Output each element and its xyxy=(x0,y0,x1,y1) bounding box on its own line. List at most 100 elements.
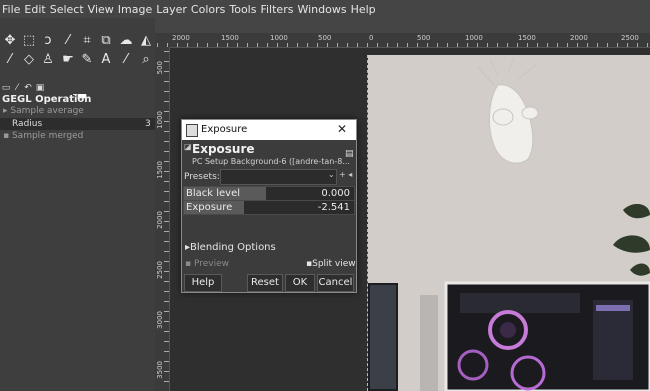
preview-checkbox[interactable]: ▪ Preview xyxy=(185,259,229,269)
black-level-label: Black level xyxy=(186,188,241,199)
ruler-tick xyxy=(357,43,358,47)
ruler-tick xyxy=(164,261,169,262)
paintbrush-icon[interactable]: ⁄ xyxy=(2,52,18,68)
exposure-label: Exposure xyxy=(186,202,233,213)
ruler-tick xyxy=(164,251,169,252)
preview-label: Preview xyxy=(193,259,230,269)
menu-image[interactable]: Image xyxy=(116,3,154,16)
ruler-tick xyxy=(164,281,169,282)
exposure-value[interactable]: -2.541 xyxy=(318,201,350,214)
ruler-tick xyxy=(367,43,368,47)
ruler-tick xyxy=(207,43,208,47)
ruler-tick xyxy=(164,171,169,172)
rect-select-icon[interactable]: ⬚ xyxy=(21,33,37,49)
black-level-slider[interactable]: Black level 0.000 xyxy=(183,186,355,201)
text-tool-icon[interactable]: A xyxy=(98,52,114,68)
ruler-tick xyxy=(527,43,528,47)
reset-button[interactable]: Reset xyxy=(247,274,283,292)
ruler-tick xyxy=(617,43,618,47)
ruler-tick xyxy=(567,43,568,47)
move-tool-icon[interactable]: ✥ xyxy=(2,33,18,49)
ruler-tick xyxy=(164,71,169,72)
ruler-tick xyxy=(307,43,308,47)
tool-options-tab-icon[interactable]: ▭ xyxy=(1,83,11,93)
smudge-icon[interactable]: ☛ xyxy=(60,52,76,68)
sample-average-option[interactable]: ▸ Sample average xyxy=(3,106,84,116)
ruler-tick xyxy=(237,43,238,47)
menu-filters[interactable]: Filters xyxy=(258,3,295,16)
exposure-slider[interactable]: Exposure -2.541 xyxy=(183,200,355,215)
menu-help[interactable]: Help xyxy=(349,3,378,16)
zoom-icon[interactable]: ⌕ xyxy=(138,52,154,68)
tool-options-title: GEGL Operation xyxy=(2,94,92,105)
presets-label: Presets: xyxy=(184,172,220,182)
crop-icon[interactable]: ⌗ xyxy=(79,33,95,49)
dialog-titlebar[interactable]: Exposure ✕ xyxy=(182,120,356,140)
menu-select[interactable]: Select xyxy=(48,3,86,16)
ruler-tick xyxy=(477,43,478,47)
ruler-tick xyxy=(164,181,169,182)
eraser-icon[interactable]: ◇ xyxy=(21,52,37,68)
ruler-tick xyxy=(397,43,398,47)
ruler-tick xyxy=(164,361,169,362)
ruler-label: 1500 xyxy=(156,161,164,179)
radius-value: 3 xyxy=(145,119,151,129)
transform-icon[interactable]: ⧉ xyxy=(98,33,114,49)
ruler-tick xyxy=(407,43,408,47)
menu-layer[interactable]: Layer xyxy=(154,3,189,16)
menu-view[interactable]: View xyxy=(86,3,116,16)
ruler-label: 1000 xyxy=(270,34,288,42)
menu-tools[interactable]: Tools xyxy=(227,3,258,16)
black-level-value[interactable]: 0.000 xyxy=(321,187,350,200)
split-view-checkbox[interactable]: ▪Split view xyxy=(306,259,356,269)
help-button[interactable]: Help xyxy=(184,274,222,292)
ruler-tick xyxy=(647,43,648,47)
ruler-tick xyxy=(164,311,169,312)
blending-options-expander[interactable]: ▸Blending Options xyxy=(185,242,276,253)
fuzzy-select-icon[interactable]: ⁄ xyxy=(60,33,76,49)
menu-edit[interactable]: Edit xyxy=(22,3,47,16)
split-view-label: Split view xyxy=(312,259,356,269)
cancel-button[interactable]: Cancel xyxy=(317,274,354,292)
ruler-tick xyxy=(164,321,169,322)
ruler-tick xyxy=(164,91,169,92)
presets-dropdown[interactable] xyxy=(220,169,337,185)
ruler-tick xyxy=(577,43,578,47)
ruler-tick xyxy=(164,301,169,302)
chevron-down-icon[interactable]: ⌄ xyxy=(328,170,335,179)
image-canvas[interactable] xyxy=(368,55,650,391)
ruler-tick xyxy=(337,43,338,47)
ruler-label: 2000 xyxy=(156,211,164,229)
device-status-tab-icon[interactable]: ⁄ xyxy=(12,83,22,93)
ruler-tick xyxy=(164,191,169,192)
ruler-tick xyxy=(497,43,498,47)
close-icon[interactable]: ✕ xyxy=(337,122,347,136)
ruler-tick xyxy=(317,43,318,47)
ruler-tick xyxy=(164,51,169,52)
warp-icon[interactable]: ☁ xyxy=(118,33,134,49)
menu-colors[interactable]: Colors xyxy=(189,3,227,16)
images-tab-icon[interactable]: ▣ xyxy=(35,83,45,93)
ruler-label: 1500 xyxy=(518,34,536,42)
ok-button[interactable]: OK xyxy=(285,274,315,292)
ruler-tick xyxy=(227,43,228,47)
ruler-label: 2000 xyxy=(172,34,190,42)
paths-icon[interactable]: ✎ xyxy=(79,52,95,68)
ruler-label: 3500 xyxy=(156,361,164,379)
lasso-icon[interactable]: ↄ xyxy=(40,33,56,49)
menu-file[interactable]: File xyxy=(0,3,22,16)
bucket-fill-icon[interactable]: ◭ xyxy=(138,33,154,49)
clone-icon[interactable]: ♙ xyxy=(40,52,56,68)
menu-windows[interactable]: Windows xyxy=(295,3,348,16)
ruler-tick xyxy=(287,43,288,47)
presets-add-remove-icons[interactable]: + ◂ xyxy=(339,170,352,179)
radius-label: Radius xyxy=(12,119,43,129)
undo-history-tab-icon[interactable]: ↶ xyxy=(23,83,33,93)
sample-merged-option[interactable]: ▪ Sample merged xyxy=(3,131,83,141)
ruler-label: 500 xyxy=(417,34,431,42)
ruler-tick xyxy=(637,43,638,47)
gimp-app-icon xyxy=(186,124,198,137)
sample-merged-label: Sample merged xyxy=(11,131,84,141)
ruler-tick xyxy=(164,201,169,202)
color-picker-icon[interactable]: ⁄ xyxy=(118,52,134,68)
